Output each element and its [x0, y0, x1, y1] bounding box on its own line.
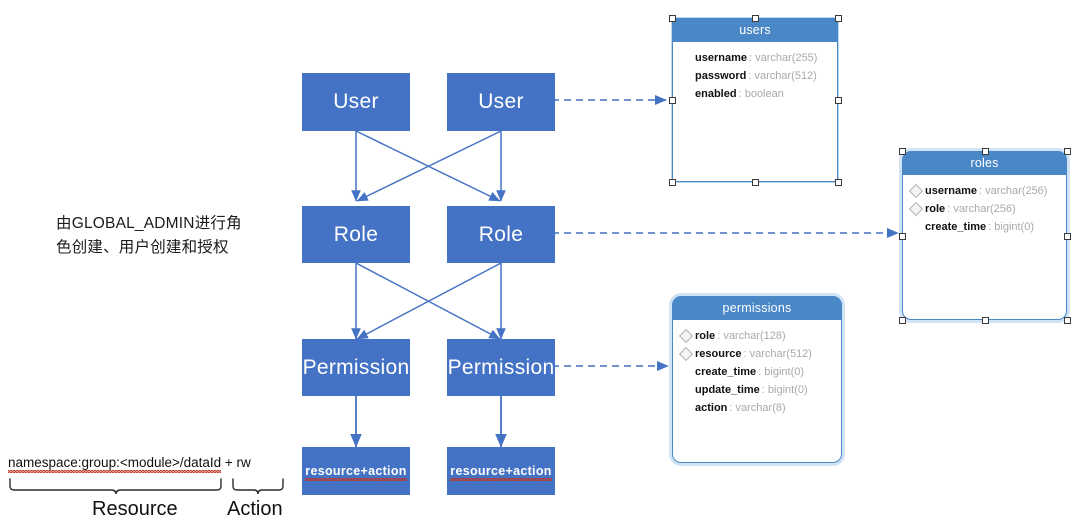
pk-diamond-icon: [909, 220, 923, 234]
permission-box-left[interactable]: Permission: [302, 339, 410, 396]
table-users-fields: username : varchar(255) password : varch…: [673, 42, 837, 103]
resize-handle-nw[interactable]: [669, 15, 676, 22]
table-row: username : varchar(255): [673, 49, 837, 67]
table-row: update_time : bigint(0): [673, 381, 841, 399]
resize-handle-w[interactable]: [669, 97, 676, 104]
field-type: : varchar(256): [947, 203, 1016, 215]
resource-action-box-left-label: resource+action: [305, 463, 408, 481]
table-roles-title: roles: [903, 152, 1066, 175]
table-permissions-title: permissions: [673, 297, 841, 320]
permission-box-right-label: Permission: [447, 355, 555, 379]
field-name: update_time: [695, 384, 760, 396]
field-type: : bigint(0): [988, 221, 1035, 233]
pk-diamond-icon: [679, 383, 693, 397]
resize-handle-se[interactable]: [1064, 317, 1071, 324]
table-row: role : varchar(256): [903, 200, 1066, 218]
field-name: role: [695, 330, 716, 342]
resource-brace-label: Resource: [92, 498, 178, 520]
resize-handle-s[interactable]: [752, 179, 759, 186]
table-roles-fields: username : varchar(256) role : varchar(2…: [903, 175, 1066, 236]
field-name: role: [925, 203, 946, 215]
arrows-user-to-role: [351, 130, 506, 202]
resource-formula-action-part: rw: [236, 455, 251, 470]
action-brace-label: Action: [227, 498, 283, 520]
pk-diamond-icon: [908, 201, 924, 217]
pk-diamond-icon: [679, 401, 693, 415]
resize-handle-e[interactable]: [835, 97, 842, 104]
user-box-right[interactable]: User: [447, 73, 555, 131]
field-name: create_time: [925, 221, 987, 233]
resource-action-box-right[interactable]: resource+action: [447, 447, 555, 495]
resize-handle-s[interactable]: [982, 317, 989, 324]
table-row: create_time : bigint(0): [903, 218, 1066, 236]
diagram-canvas: 由GLOBAL_ADMIN进行角 色创建、用户创建和授权 User Role P…: [0, 0, 1080, 531]
table-users[interactable]: users username : varchar(255) password :…: [669, 15, 842, 186]
resize-handle-w[interactable]: [899, 233, 906, 240]
field-type: : varchar(512): [748, 70, 817, 82]
user-box-left-label: User: [333, 90, 379, 113]
arrows-role-to-permission: [351, 262, 506, 340]
resource-formula-plus: +: [221, 455, 237, 470]
resize-handle-e[interactable]: [1064, 233, 1071, 240]
field-name: username: [925, 185, 977, 197]
resize-handle-ne[interactable]: [835, 15, 842, 22]
pk-diamond-icon: [908, 183, 924, 199]
pk-diamond-icon: [679, 87, 693, 101]
table-row: action : varchar(8): [673, 399, 841, 417]
arrows-permission-to-resource: [350, 383, 507, 448]
table-permissions-fields: role : varchar(128) resource : varchar(5…: [673, 320, 841, 417]
resource-formula-resource-part: namespace:group:<module>/dataId: [8, 455, 222, 473]
resource-action-box-left[interactable]: resource+action: [302, 447, 410, 495]
resource-action-box-right-label: resource+action: [450, 463, 553, 481]
field-name: action: [695, 402, 728, 414]
user-box-right-label: User: [478, 90, 524, 113]
table-row: username : varchar(256): [903, 182, 1066, 200]
field-name: username: [695, 52, 747, 64]
resize-handle-sw[interactable]: [899, 317, 906, 324]
pk-diamond-icon: [679, 51, 693, 65]
field-type: : varchar(128): [717, 330, 786, 342]
pk-diamond-icon: [678, 346, 694, 362]
field-type: : varchar(512): [743, 348, 812, 360]
field-type: : varchar(255): [748, 52, 818, 64]
table-roles[interactable]: roles username : varchar(256) role : var…: [899, 148, 1071, 324]
resize-handle-se[interactable]: [835, 179, 842, 186]
field-type: : bigint(0): [758, 366, 805, 378]
role-box-left-label: Role: [333, 222, 379, 246]
resource-formula: namespace:group:<module>/dataId + rw: [8, 455, 251, 473]
field-type: : boolean: [738, 88, 784, 100]
table-row: resource : varchar(512): [673, 345, 841, 363]
resize-handle-n[interactable]: [982, 148, 989, 155]
user-box-left[interactable]: User: [302, 73, 410, 131]
resize-handle-ne[interactable]: [1064, 148, 1071, 155]
table-users-title: users: [673, 19, 837, 42]
pk-diamond-icon: [678, 328, 694, 344]
role-box-left[interactable]: Role: [302, 206, 410, 263]
pk-diamond-icon: [679, 69, 693, 83]
role-box-right[interactable]: Role: [447, 206, 555, 263]
action-brace: [232, 478, 284, 495]
table-row: enabled : boolean: [673, 85, 837, 103]
table-row: role : varchar(128): [673, 327, 841, 345]
resize-handle-nw[interactable]: [899, 148, 906, 155]
field-name: create_time: [695, 366, 757, 378]
table-row: password : varchar(512): [673, 67, 837, 85]
field-name: enabled: [695, 88, 737, 100]
resize-handle-n[interactable]: [752, 15, 759, 22]
field-name: resource: [695, 348, 742, 360]
field-name: password: [695, 70, 747, 82]
field-type: : varchar(8): [729, 402, 786, 414]
resize-handle-sw[interactable]: [669, 179, 676, 186]
table-permissions[interactable]: permissions role : varchar(128) resource…: [672, 296, 842, 463]
field-type: : bigint(0): [761, 384, 808, 396]
permission-box-left-label: Permission: [302, 355, 410, 379]
resource-brace: [9, 478, 222, 495]
table-row: create_time : bigint(0): [673, 363, 841, 381]
pk-diamond-icon: [679, 365, 693, 379]
formula-braces: [9, 478, 284, 495]
global-admin-note: 由GLOBAL_ADMIN进行角 色创建、用户创建和授权: [56, 215, 242, 257]
role-box-right-label: Role: [478, 222, 524, 246]
permission-box-right[interactable]: Permission: [447, 339, 555, 396]
field-type: : varchar(256): [978, 185, 1048, 197]
